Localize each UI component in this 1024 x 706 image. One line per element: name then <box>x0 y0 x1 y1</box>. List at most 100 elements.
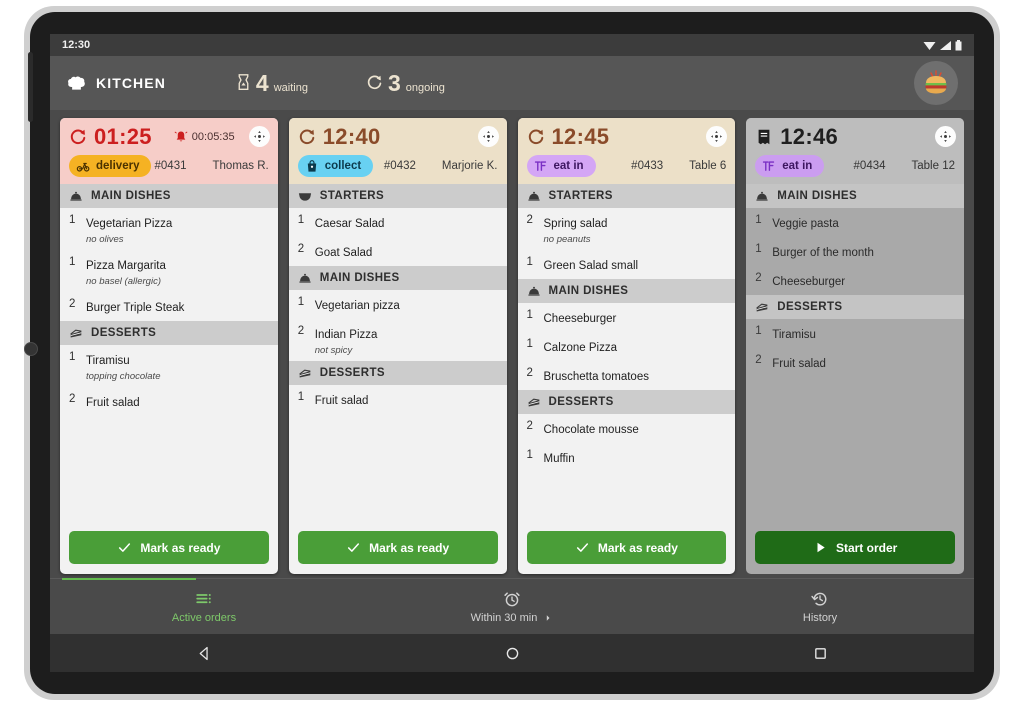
back-triangle-icon <box>199 646 208 660</box>
tab-label: Within 30 min <box>470 611 538 624</box>
refresh-icon <box>528 129 543 145</box>
order-action-button[interactable]: Mark as ready <box>297 531 498 564</box>
order-timer: 12:46 <box>780 124 839 149</box>
order-item-text: Fruit salad <box>772 354 826 372</box>
order-timer: 01:25 <box>94 124 152 149</box>
waiting-label: waiting <box>273 81 308 94</box>
order-item: 1 Vegetarian Pizza no olives <box>60 208 278 250</box>
order-item-name: Bruschetta tomatoes <box>543 371 649 383</box>
order-identifiers: #0431 Thomas R. <box>155 160 269 172</box>
order-action-label: Start order <box>835 540 898 555</box>
order-type-label: eat in <box>782 160 813 172</box>
order-card[interactable]: 12:46 eat in #0434 Table 12 MAIN DISHES 1 Vegg… <box>746 118 964 574</box>
bottom-tab-bar: Active orders Within 30 min History <box>50 578 974 634</box>
home-circle-icon <box>506 647 518 659</box>
order-timer-row: 12:40 <box>298 126 498 148</box>
waiting-counter[interactable]: 4 waiting <box>236 69 308 96</box>
ongoing-counter[interactable]: 3 ongoing <box>366 71 445 95</box>
orders-list: 01:25 00:05:35 delivery #0431 Thomas R. MAIN … <box>50 110 974 578</box>
order-type-label: collect <box>324 160 362 172</box>
avatar[interactable] <box>914 61 958 105</box>
order-type-badge[interactable]: eat in <box>755 155 825 177</box>
order-timer-row: 01:25 00:05:35 <box>69 126 269 148</box>
order-item-qty: 1 <box>297 391 305 403</box>
app-header: KITCHEN 4 waiting 3 ongoing <box>50 56 974 110</box>
tablet-side-button[interactable] <box>24 342 38 356</box>
order-item-name: Muffin <box>543 453 575 465</box>
cake-icon <box>756 303 768 312</box>
tab-history[interactable]: History <box>666 579 974 634</box>
order-card[interactable]: 01:25 00:05:35 delivery #0431 Thomas R. MAIN … <box>60 118 278 574</box>
order-section-title: MAIN DISHES <box>319 272 400 284</box>
order-state-icon <box>527 128 545 146</box>
order-action-button[interactable]: Mark as ready <box>526 531 727 564</box>
order-item-qty: 1 <box>297 296 305 308</box>
order-item: 2 Indian Pizza not spicy <box>289 319 507 361</box>
order-section-header: MAIN DISHES <box>60 184 278 208</box>
order-card[interactable]: 12:40 collect #0432 Marjorie K. STARTERS 1 Cae… <box>288 118 507 574</box>
refresh-icon <box>299 129 315 145</box>
order-action-button[interactable]: Start order <box>755 531 955 564</box>
refresh-icon <box>367 75 382 89</box>
receipt-icon <box>758 129 770 145</box>
order-meta-row: eat in #0434 Table 12 <box>755 155 955 177</box>
order-item-text: Vegetarian pizza <box>315 296 400 314</box>
order-action-button[interactable]: Mark as ready <box>69 531 269 564</box>
expand-order-button[interactable] <box>477 126 499 147</box>
order-item-qty: 1 <box>69 351 76 363</box>
order-item: 2 Fruit salad <box>60 387 278 416</box>
order-item-qty: 1 <box>755 325 762 337</box>
check-icon <box>576 543 588 552</box>
order-section-header: MAIN DISHES <box>746 184 964 208</box>
order-item-text: Spring salad no peanuts <box>544 214 608 245</box>
nav-back-button[interactable] <box>184 645 224 662</box>
tab-active-orders[interactable]: Active orders <box>50 579 358 634</box>
order-item-qty: 1 <box>526 309 533 321</box>
order-item-name: Cheeseburger <box>772 276 846 288</box>
alarm-clock-icon <box>504 591 520 606</box>
nav-recents-button[interactable] <box>800 645 840 662</box>
order-item-text: Fruit salad <box>315 391 369 409</box>
order-item-text: Green Salad small <box>544 256 639 274</box>
order-item-name: Burger Triple Steak <box>86 302 185 314</box>
play-icon <box>817 542 825 553</box>
chef-hat-icon <box>68 75 85 90</box>
order-card[interactable]: 12:45 eat in #0433 Table 6 STARTERS 2 Spring s… <box>517 118 736 574</box>
order-type-badge[interactable]: collect <box>297 155 374 177</box>
order-item-qty: 2 <box>755 354 762 366</box>
waiting-count: 4 <box>255 69 269 96</box>
order-section-header: DESSERTS <box>60 321 278 345</box>
tab-within-30-min[interactable]: Within 30 min <box>358 579 666 634</box>
order-customer: Table 6 <box>689 160 727 172</box>
order-meta-row: eat in #0433 Table 6 <box>526 155 727 177</box>
order-item: 1 Fruit salad <box>289 385 507 414</box>
expand-order-button[interactable] <box>248 126 270 147</box>
order-identifiers: #0432 Marjorie K. <box>384 160 498 172</box>
signal-icon <box>940 40 951 50</box>
order-item-name: Fruit salad <box>772 358 826 370</box>
expand-move-icon <box>253 131 265 142</box>
order-type-label: eat in <box>553 160 584 172</box>
order-timer-row: 12:45 <box>527 126 727 148</box>
order-item-qty: 2 <box>297 243 305 255</box>
order-type-badge[interactable]: delivery <box>69 155 152 177</box>
order-card-footer: Mark as ready <box>289 522 507 574</box>
order-item-text: Burger of the month <box>772 243 874 261</box>
order-item-note: no peanuts <box>543 234 591 245</box>
order-item-qty: 1 <box>755 243 762 255</box>
order-item-name: Green Salad small <box>543 260 639 272</box>
order-items: MAIN DISHES 1 Veggie pasta 1 Burger of the m… <box>746 184 964 522</box>
tablet-screen: 12:30 KITCHEN 4 waiting 3 ongoing 01:25 … <box>50 34 974 672</box>
cloche-icon <box>527 286 540 296</box>
order-item-name: Veggie pasta <box>772 218 839 230</box>
order-number: #0432 <box>383 160 416 172</box>
order-number: #0431 <box>154 160 187 172</box>
order-type-badge[interactable]: eat in <box>526 155 596 177</box>
order-items: STARTERS 1 Caesar Salad 2 Goat Salad MAIN DIS… <box>288 184 507 522</box>
status-bar-icons <box>923 39 962 51</box>
order-section-title: MAIN DISHES <box>777 190 858 202</box>
nav-home-button[interactable] <box>492 645 532 662</box>
order-item-note: no olives <box>86 234 124 245</box>
tab-label-row: Active orders <box>172 612 236 624</box>
expand-order-button[interactable] <box>935 126 956 147</box>
